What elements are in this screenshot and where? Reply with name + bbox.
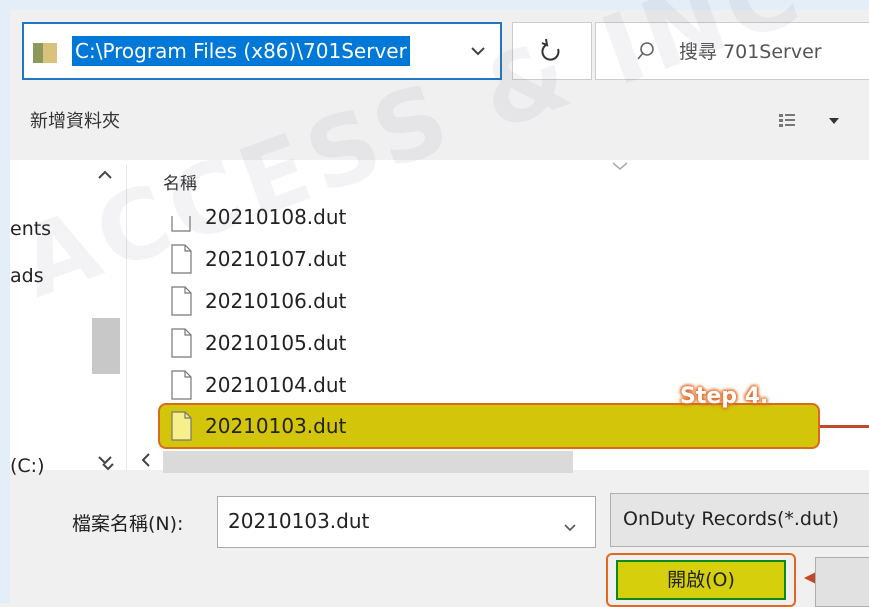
view-list-icon xyxy=(779,114,795,127)
file-name: 20210106.dut xyxy=(205,289,347,313)
search-icon xyxy=(636,41,656,68)
step-annotation-label: Step 4. xyxy=(680,384,769,409)
file-name: 20210108.dut xyxy=(205,205,347,229)
column-header-name[interactable]: 名稱 xyxy=(163,169,197,194)
refresh-icon xyxy=(541,38,560,61)
address-path[interactable]: C:\Program Files (x86)\701Server xyxy=(72,36,410,66)
file-row[interactable]: 20210104.dut xyxy=(160,366,710,404)
file-icon xyxy=(170,370,194,400)
filename-value[interactable]: 20210103.dut xyxy=(228,509,369,533)
sort-chevron-icon xyxy=(610,155,630,177)
new-folder-button[interactable]: 新增資料夾 xyxy=(30,107,120,133)
file-name: 20210105.dut xyxy=(205,331,347,355)
chevron-down-icon[interactable] xyxy=(562,517,578,539)
view-options-button[interactable] xyxy=(775,104,845,138)
folder-icon xyxy=(32,40,58,64)
file-name: 20210104.dut xyxy=(205,373,347,397)
file-type-value[interactable]: OnDuty Records(*.dut) xyxy=(623,508,839,530)
file-row[interactable]: 20210106.dut xyxy=(160,282,710,320)
nav-item-documents[interactable]: ents xyxy=(10,218,51,240)
file-type-select[interactable]: OnDuty Records(*.dut) xyxy=(610,493,869,547)
file-icon xyxy=(170,202,194,232)
chevron-left-icon[interactable] xyxy=(130,448,160,472)
chevron-down-icon[interactable] xyxy=(462,36,494,66)
nav-scroll-thumb[interactable] xyxy=(92,318,120,374)
step-annotation-arrow xyxy=(820,425,869,428)
search-box[interactable]: 搜尋 701Server xyxy=(595,22,869,80)
refresh-button[interactable] xyxy=(512,22,592,80)
horizontal-scroll-thumb[interactable] xyxy=(163,451,573,473)
file-icon xyxy=(170,411,194,441)
file-icon xyxy=(170,328,194,358)
pane-divider xyxy=(126,165,127,470)
file-name: 20210103.dut xyxy=(205,414,347,438)
address-bar[interactable]: C:\Program Files (x86)\701Server xyxy=(22,22,502,80)
filename-label: 檔案名稱(N): xyxy=(72,513,184,535)
nav-item-downloads[interactable]: ads xyxy=(10,265,44,287)
chevron-down-icon[interactable] xyxy=(100,456,116,478)
top-frame xyxy=(0,0,869,10)
open-button[interactable]: 開啟(O) xyxy=(616,560,786,600)
file-row[interactable]: 20210108.dut xyxy=(160,198,710,236)
cancel-button[interactable] xyxy=(815,557,869,607)
search-input[interactable]: 搜尋 701Server xyxy=(679,37,822,64)
file-icon xyxy=(170,286,194,316)
file-row[interactable]: 20210105.dut xyxy=(160,324,710,362)
left-frame xyxy=(0,0,10,603)
nav-item-drive-c[interactable]: (C:) xyxy=(10,455,45,477)
file-row[interactable]: 20210107.dut xyxy=(160,240,710,278)
filename-input[interactable]: 20210103.dut xyxy=(217,496,596,548)
file-name: 20210107.dut xyxy=(205,247,347,271)
file-icon xyxy=(170,244,194,274)
file-row-selected[interactable]: 20210103.dut xyxy=(160,407,710,445)
